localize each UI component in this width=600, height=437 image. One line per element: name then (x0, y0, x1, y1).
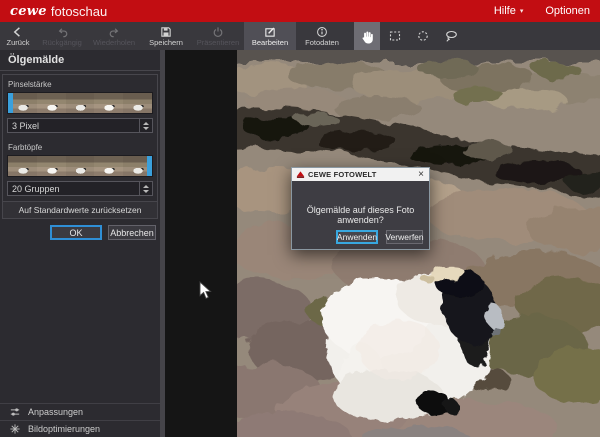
app-header: cewe fotoschau Hilfe ▾ Optionen (0, 0, 600, 22)
spinner-arrows[interactable] (139, 119, 152, 132)
product-name: fotoschau (51, 4, 107, 19)
slider-preview-tile (66, 156, 95, 176)
save-icon (160, 26, 172, 38)
menu-hilfe[interactable]: Hilfe ▾ (494, 5, 524, 17)
discard-button[interactable]: Verwerfen (386, 230, 423, 244)
spin-up-icon[interactable] (143, 185, 149, 188)
menu-optionen[interactable]: Optionen (545, 5, 590, 17)
slider-preview-tile (37, 93, 66, 113)
spinner-arrows[interactable] (139, 182, 152, 195)
color-pots-label: Farbtöpfe (8, 143, 153, 152)
filter-panel: Ölgemälde Pinselstärke 3 Pixel Farbtöpfe (0, 50, 160, 437)
ellipse-select-tool-button[interactable] (410, 22, 436, 50)
chevron-down-icon: ▾ (520, 7, 524, 15)
panel-sections: Anpassungen Bildoptimierungen (0, 403, 160, 437)
brush-size-value: 3 Pixel (8, 121, 139, 131)
slider-preview-tile (123, 93, 152, 113)
tune-icon (9, 406, 21, 418)
filter-settings-group: Pinselstärke 3 Pixel Farbtöpfe (2, 74, 158, 202)
power-icon (212, 26, 224, 38)
confirm-row: OK Abbrechen (0, 219, 160, 240)
close-icon[interactable]: × (418, 170, 425, 180)
brush-size-slider[interactable] (7, 92, 153, 114)
app-window: cewe fotoschau Hilfe ▾ Optionen Zurück R… (0, 0, 600, 437)
spin-up-icon[interactable] (143, 122, 149, 125)
back-button[interactable]: Zurück (0, 22, 36, 50)
slider-preview-tile (66, 93, 95, 113)
slider-preview-tile (94, 156, 123, 176)
section-anpassungen[interactable]: Anpassungen (0, 403, 160, 420)
color-pots-spinbox[interactable]: 20 Gruppen (7, 181, 153, 196)
slider-handle[interactable] (147, 156, 152, 176)
slider-preview-tile (94, 93, 123, 113)
back-icon (12, 26, 24, 38)
canvas-background (165, 50, 237, 437)
rect-select-tool-button[interactable] (382, 22, 408, 50)
confirm-dialog: CEWE FOTOWELT × Ölgemälde auf dieses Fot… (291, 167, 430, 250)
redo-button[interactable]: Wiederholen (88, 22, 140, 50)
color-pots-value: 20 Gruppen (8, 184, 139, 194)
info-icon (316, 26, 328, 38)
spin-down-icon[interactable] (143, 190, 149, 193)
hand-icon (360, 29, 374, 44)
toolbar: Zurück Rückgängig Wiederholen Speichern … (0, 22, 600, 50)
brand-logo: cewe (10, 4, 47, 19)
section-bildoptimierungen[interactable]: Bildoptimierungen (0, 420, 160, 437)
slider-preview-tile (37, 156, 66, 176)
cancel-button[interactable]: Abbrechen (108, 225, 156, 240)
slider-preview-tile (8, 156, 37, 176)
tool-group (354, 22, 464, 50)
dialog-message: Ölgemälde auf dieses Foto anwenden? (292, 205, 429, 225)
lasso-icon (444, 29, 459, 43)
slider-handle[interactable] (8, 93, 13, 113)
color-pots-slider[interactable] (7, 155, 153, 177)
apply-button[interactable]: Anwenden (336, 230, 378, 244)
dialog-title: CEWE FOTOWELT (308, 170, 415, 179)
sparkle-icon (9, 423, 21, 435)
undo-button[interactable]: Rückgängig (36, 22, 88, 50)
hand-tool-button[interactable] (354, 22, 380, 50)
edit-mode-button[interactable]: Bearbeiten (244, 22, 296, 50)
reset-defaults-button[interactable]: Auf Standardwerte zurücksetzen (2, 201, 158, 219)
ellipse-select-icon (416, 29, 430, 43)
rect-select-icon (388, 29, 402, 43)
brush-size-label: Pinselstärke (8, 80, 153, 89)
edit-icon (264, 26, 276, 38)
photo-data-button[interactable]: Fotodaten (296, 22, 348, 50)
panel-title: Ölgemälde (0, 50, 160, 71)
undo-icon (56, 26, 69, 38)
dialog-body: Ölgemälde auf dieses Foto anwenden? Anwe… (292, 181, 429, 249)
dialog-buttons: Anwenden Verwerfen (336, 230, 423, 244)
lasso-tool-button[interactable] (438, 22, 464, 50)
brush-size-spinbox[interactable]: 3 Pixel (7, 118, 153, 133)
redo-icon (108, 26, 121, 38)
spin-down-icon[interactable] (143, 127, 149, 130)
dialog-titlebar[interactable]: CEWE FOTOWELT × (292, 168, 429, 181)
cewe-logo-icon (296, 170, 305, 179)
ok-button[interactable]: OK (50, 225, 102, 240)
present-button[interactable]: Präsentieren (192, 22, 244, 50)
save-button[interactable]: Speichern (140, 22, 192, 50)
